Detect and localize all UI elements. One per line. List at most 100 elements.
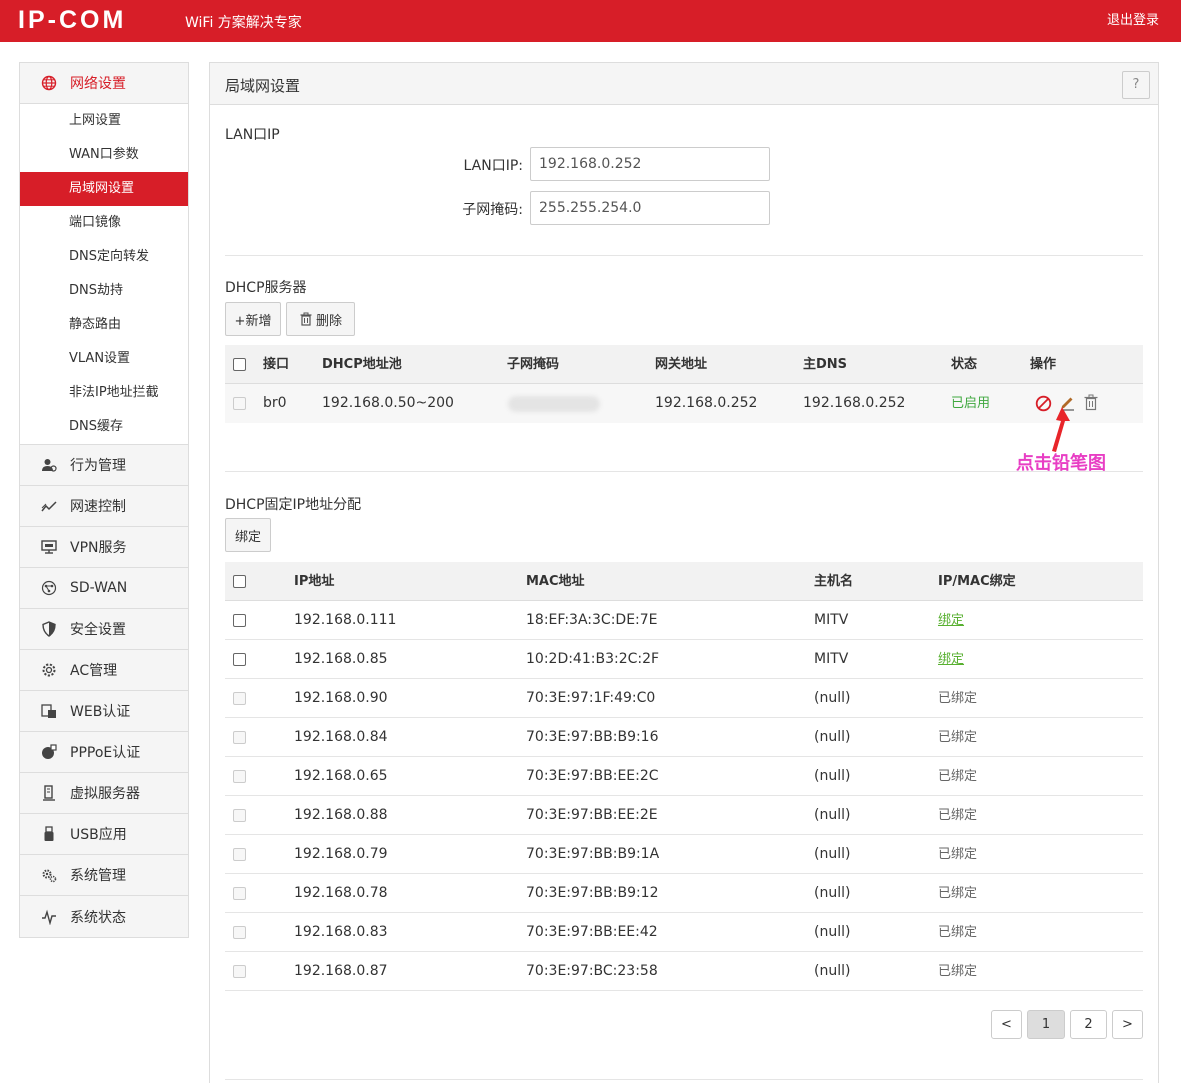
- sidebar-group-label: 网络设置: [70, 76, 126, 92]
- system-gears-icon: [40, 866, 58, 884]
- col-status: 状态: [951, 357, 978, 372]
- sidebar-item-vlan[interactable]: VLAN设置: [20, 342, 188, 376]
- table-row: 192.168.0.88 70:3E:97:BB:EE:2E (null) 已绑定: [225, 796, 1143, 835]
- logout-link[interactable]: 退出登录: [1107, 9, 1159, 28]
- sidebar-group-network[interactable]: 网络设置: [20, 63, 188, 104]
- row-bound-status: 已绑定: [938, 730, 978, 745]
- help-button[interactable]: ?: [1122, 71, 1150, 99]
- row-checkbox[interactable]: [233, 692, 246, 705]
- delete-dhcp-button[interactable]: 删除: [286, 302, 355, 336]
- delete-label: 删除: [315, 313, 342, 329]
- static-ip-table: IP地址 MAC地址 主机名 IP/MAC绑定 192.168.0.111 18:…: [225, 562, 1143, 991]
- sidebar-item-lan[interactable]: 局域网设置: [20, 172, 188, 206]
- col-hostname: 主机名: [814, 574, 854, 589]
- pulse-icon: [40, 908, 58, 926]
- dhcp-gateway: 192.168.0.252: [655, 395, 758, 411]
- sidebar-group-label: PPPoE认证: [70, 745, 141, 761]
- lan-section-title: LAN口IP: [225, 127, 280, 143]
- select-all-checkbox[interactable]: [233, 575, 246, 588]
- col-mac: MAC地址: [526, 574, 585, 589]
- row-checkbox[interactable]: [233, 887, 246, 900]
- page-1-button[interactable]: 1: [1027, 1010, 1065, 1039]
- sidebar-group-virtual-server[interactable]: 虚拟服务器: [20, 773, 188, 814]
- sidebar-group-label: 安全设置: [70, 622, 126, 638]
- row-mac: 10:2D:41:B3:2C:2F: [526, 651, 660, 667]
- sidebar-item-dns-hijack[interactable]: DNS劫持: [20, 274, 188, 308]
- lan-ip-input[interactable]: 192.168.0.252: [530, 147, 770, 181]
- usb-icon: [40, 825, 58, 843]
- row-checkbox[interactable]: [233, 614, 246, 627]
- prev-page-button[interactable]: <: [991, 1010, 1022, 1039]
- sidebar-group-vpn[interactable]: VPN服务: [20, 527, 188, 568]
- sidebar-group-status[interactable]: 系统状态: [20, 896, 188, 937]
- next-page-button[interactable]: >: [1112, 1010, 1143, 1039]
- row-hostname: (null): [814, 885, 851, 901]
- table-row: 192.168.0.85 10:2D:41:B3:2C:2F MITV 绑定: [225, 640, 1143, 679]
- sidebar-item-dns-redirect[interactable]: DNS定向转发: [20, 240, 188, 274]
- table-row: 192.168.0.84 70:3E:97:BB:B9:16 (null) 已绑定: [225, 718, 1143, 757]
- row-hostname: (null): [814, 924, 851, 940]
- row-bind-link[interactable]: 绑定: [938, 640, 964, 679]
- sidebar-group-speed[interactable]: 网速控制: [20, 486, 188, 527]
- dhcp-dns: 192.168.0.252: [803, 395, 906, 411]
- sidebar: 网络设置 上网设置 WAN口参数 局域网设置 端口镜像 DNS定向转发 DNS劫…: [19, 62, 189, 938]
- sidebar-item-illegal-ip[interactable]: 非法IP地址拦截: [20, 376, 188, 410]
- sidebar-group-pppoe[interactable]: PPPoE认证: [20, 732, 188, 773]
- subnet-mask-label: 子网掩码:: [462, 202, 523, 218]
- sidebar-group-usb[interactable]: USB应用: [20, 814, 188, 855]
- sidebar-group-security[interactable]: 安全设置: [20, 609, 188, 650]
- table-row: 192.168.0.87 70:3E:97:BC:23:58 (null) 已绑定: [225, 952, 1143, 991]
- page-2-button[interactable]: 2: [1070, 1010, 1107, 1039]
- row-mac: 70:3E:97:BC:23:58: [526, 963, 658, 979]
- sidebar-group-web-auth[interactable]: WEB认证: [20, 691, 188, 732]
- static-table-body: 192.168.0.111 18:EF:3A:3C:DE:7E MITV 绑定 192.…: [225, 601, 1143, 991]
- row-ip: 192.168.0.88: [294, 807, 388, 823]
- select-all-checkbox[interactable]: [233, 358, 246, 371]
- sidebar-item-wan[interactable]: WAN口参数: [20, 138, 188, 172]
- sidebar-group-label: USB应用: [70, 827, 127, 843]
- dhcp-table-header: 接口 DHCP地址池 子网掩码 网关地址 主DNS 状态 操作: [225, 345, 1143, 384]
- row-bound-status: 已绑定: [938, 691, 978, 706]
- row-checkbox[interactable]: [233, 770, 246, 783]
- row-checkbox[interactable]: [233, 848, 246, 861]
- col-action: 操作: [1030, 357, 1057, 372]
- row-checkbox[interactable]: [233, 397, 246, 410]
- sidebar-group-behavior[interactable]: 行为管理: [20, 445, 188, 486]
- sidebar-group-ac[interactable]: AC管理: [20, 650, 188, 691]
- sidebar-group-system[interactable]: 系统管理: [20, 855, 188, 896]
- sidebar-item-static-route[interactable]: 静态路由: [20, 308, 188, 342]
- row-ip: 192.168.0.87: [294, 963, 388, 979]
- speed-chart-icon: [40, 497, 58, 515]
- row-ip: 192.168.0.83: [294, 924, 388, 940]
- sidebar-item-port-mirror[interactable]: 端口镜像: [20, 206, 188, 240]
- row-checkbox[interactable]: [233, 926, 246, 939]
- sidebar-item-dns-cache[interactable]: DNS缓存: [20, 410, 188, 444]
- row-ip: 192.168.0.85: [294, 651, 388, 667]
- row-hostname: (null): [814, 846, 851, 862]
- sidebar-group-label: 网速控制: [70, 499, 126, 515]
- row-checkbox[interactable]: [233, 809, 246, 822]
- add-dhcp-button[interactable]: +新增: [225, 302, 281, 336]
- row-bind-link[interactable]: 绑定: [938, 601, 964, 640]
- dhcp-interface: br0: [263, 395, 287, 411]
- sidebar-group-label: 虚拟服务器: [70, 786, 140, 802]
- row-checkbox[interactable]: [233, 731, 246, 744]
- sidebar-group-sdwan[interactable]: SD-WAN: [20, 568, 188, 609]
- col-pool: DHCP地址池: [322, 357, 402, 372]
- table-row: 192.168.0.79 70:3E:97:BB:B9:1A (null) 已绑定: [225, 835, 1143, 874]
- subnet-mask-input[interactable]: 255.255.254.0: [530, 191, 770, 225]
- sidebar-item-internet[interactable]: 上网设置: [20, 104, 188, 138]
- row-hostname: (null): [814, 963, 851, 979]
- row-checkbox[interactable]: [233, 653, 246, 666]
- trash-icon[interactable]: [1083, 394, 1099, 415]
- row-ip: 192.168.0.78: [294, 885, 388, 901]
- sdwan-globe-icon: [40, 579, 58, 597]
- row-mac: 70:3E:97:BB:B9:16: [526, 729, 659, 745]
- bind-button[interactable]: 绑定: [225, 518, 271, 552]
- blurred-mask-value: [508, 396, 600, 412]
- globe-icon: [40, 74, 58, 92]
- row-mac: 70:3E:97:BB:EE:42: [526, 924, 658, 940]
- row-checkbox[interactable]: [233, 965, 246, 978]
- sidebar-group-label: 系统状态: [70, 909, 126, 926]
- row-hostname: MITV: [814, 612, 849, 628]
